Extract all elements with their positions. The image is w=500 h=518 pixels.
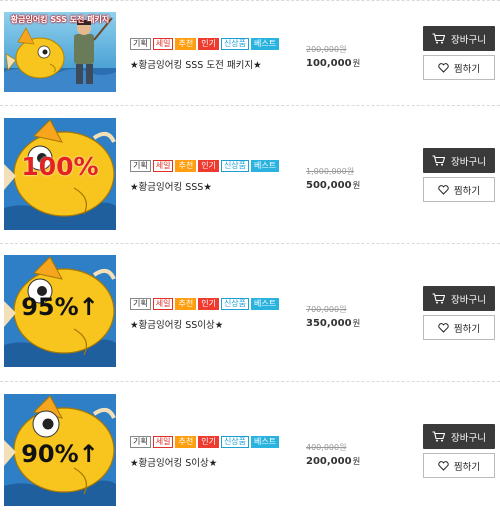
product-title[interactable]: ★황금잉어킹 SSS 도전 패키지★ — [130, 57, 262, 71]
sale-price-amount: 350,000 — [306, 318, 352, 329]
product-title[interactable]: ★황금잉어킹 S이상★ — [130, 455, 217, 469]
badge-best: 베스트 — [251, 160, 280, 172]
badge-plan: 기획 — [130, 160, 151, 172]
heart-icon — [438, 460, 449, 471]
badge-recommend: 추천 — [175, 436, 197, 448]
currency-unit: 원 — [352, 181, 361, 191]
wishlist-button[interactable]: 찜하기 — [423, 55, 495, 80]
heart-icon — [438, 322, 449, 333]
thumbnail-caption: 95%↑ — [21, 293, 99, 321]
product-row: 90%↑ 기획 세일 추천 인기 신상품 베스트 ★황금잉어킹 S이상★ 400… — [0, 381, 500, 518]
badge-sale: 세일 — [152, 298, 174, 310]
badge-new-product: 신상품 — [220, 436, 250, 448]
add-to-cart-button[interactable]: 장바구니 — [423, 148, 495, 173]
wishlist-label: 찜하기 — [453, 63, 481, 75]
product-thumbnail[interactable]: 95%↑ — [4, 255, 116, 367]
badge-popular: 인기 — [198, 160, 219, 172]
badge-new-product: 신상품 — [220, 160, 250, 172]
badge-plan: 기획 — [130, 298, 151, 310]
badge-group: 기획 세일 추천 인기 신상품 베스트 — [130, 298, 280, 310]
sale-price: 350,000원 — [306, 317, 360, 329]
badge-recommend: 추천 — [175, 38, 197, 50]
product-title[interactable]: ★황금잉어킹 SSS★ — [130, 179, 212, 193]
wishlist-button[interactable]: 찜하기 — [423, 315, 495, 340]
thumbnail-caption: 황금잉어킹 SSS 도전 패키지 — [10, 15, 110, 24]
original-price: 200,000원 — [306, 45, 347, 54]
sale-price: 500,000원 — [306, 179, 360, 191]
badge-popular: 인기 — [198, 436, 219, 448]
badge-plan: 기획 — [130, 436, 151, 448]
badge-new-product: 신상품 — [220, 298, 250, 310]
wishlist-label: 찜하기 — [453, 461, 481, 473]
add-to-cart-label: 장바구니 — [451, 156, 486, 168]
add-to-cart-label: 장바구니 — [451, 34, 486, 46]
badge-popular: 인기 — [198, 298, 219, 310]
badge-best: 베스트 — [251, 436, 280, 448]
badge-group: 기획 세일 추천 인기 신상품 베스트 — [130, 38, 280, 50]
sale-price-amount: 200,000 — [306, 456, 352, 467]
product-title[interactable]: ★황금잉어킹 SS이상★ — [130, 317, 223, 331]
badge-group: 기획 세일 추천 인기 신상품 베스트 — [130, 160, 280, 172]
add-to-cart-label: 장바구니 — [451, 432, 486, 444]
badge-recommend: 추천 — [175, 298, 197, 310]
sale-price: 100,000원 — [306, 57, 360, 69]
product-thumbnail[interactable]: 100% — [4, 118, 116, 230]
add-to-cart-button[interactable]: 장바구니 — [423, 26, 495, 51]
badge-popular: 인기 — [198, 38, 219, 50]
currency-unit: 원 — [352, 457, 361, 467]
cart-icon — [432, 293, 446, 304]
badge-best: 베스트 — [251, 298, 280, 310]
product-row: 95%↑ 기획 세일 추천 인기 신상품 베스트 ★황금잉어킹 SS이상★ 70… — [0, 243, 500, 380]
thumbnail-caption: 100% — [21, 152, 99, 181]
add-to-cart-button[interactable]: 장바구니 — [423, 286, 495, 311]
sale-price-amount: 500,000 — [306, 180, 352, 191]
badge-recommend: 추천 — [175, 160, 197, 172]
wishlist-button[interactable]: 찜하기 — [423, 453, 495, 478]
badge-sale: 세일 — [152, 160, 174, 172]
heart-icon — [438, 184, 449, 195]
add-to-cart-button[interactable]: 장바구니 — [423, 424, 495, 449]
badge-new-product: 신상품 — [220, 38, 250, 50]
original-price: 400,000원 — [306, 443, 347, 452]
heart-icon — [438, 62, 449, 73]
product-row: 100% 기획 세일 추천 인기 신상품 베스트 ★황금잉어킹 SSS★ 1,0… — [0, 105, 500, 242]
original-price: 1,000,000원 — [306, 167, 355, 176]
wishlist-label: 찜하기 — [453, 185, 481, 197]
currency-unit: 원 — [352, 59, 361, 69]
add-to-cart-label: 장바구니 — [451, 294, 486, 306]
cart-icon — [432, 155, 446, 166]
badge-sale: 세일 — [152, 436, 174, 448]
cart-icon — [432, 33, 446, 44]
wishlist-label: 찜하기 — [453, 323, 481, 335]
wishlist-button[interactable]: 찜하기 — [423, 177, 495, 202]
badge-plan: 기획 — [130, 38, 151, 50]
cart-icon — [432, 431, 446, 442]
badge-group: 기획 세일 추천 인기 신상품 베스트 — [130, 436, 280, 448]
original-price: 700,000원 — [306, 305, 347, 314]
currency-unit: 원 — [352, 319, 361, 329]
product-thumbnail[interactable]: 90%↑ — [4, 394, 116, 506]
badge-sale: 세일 — [152, 38, 174, 50]
badge-best: 베스트 — [251, 38, 280, 50]
sale-price: 200,000원 — [306, 455, 360, 467]
thumbnail-caption: 90%↑ — [21, 440, 99, 468]
sale-price-amount: 100,000 — [306, 58, 352, 69]
